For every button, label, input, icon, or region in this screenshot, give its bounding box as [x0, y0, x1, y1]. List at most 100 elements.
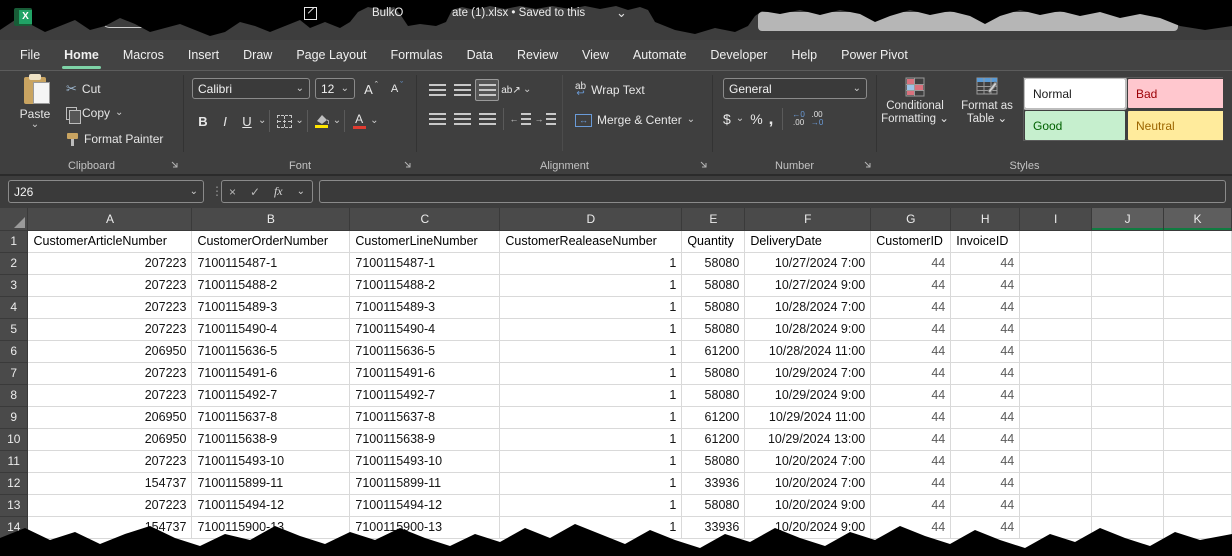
- cell-I1[interactable]: [1020, 230, 1092, 252]
- cell-K12[interactable]: [1164, 472, 1232, 494]
- row-header-11[interactable]: 11: [0, 450, 28, 472]
- cell-E1[interactable]: Quantity: [682, 230, 745, 252]
- cell-B13[interactable]: 7100115494-12: [192, 494, 350, 516]
- font-size-combobox[interactable]: 12 ⌄: [315, 78, 355, 99]
- row-header-6[interactable]: 6: [0, 340, 28, 362]
- style-bad[interactable]: Bad: [1128, 79, 1223, 108]
- cell-B9[interactable]: 7100115637-8: [192, 406, 350, 428]
- row-header-4[interactable]: 4: [0, 296, 28, 318]
- cell-K10[interactable]: [1164, 428, 1232, 450]
- cell-G8[interactable]: 44: [871, 384, 951, 406]
- cell-D7[interactable]: 1: [500, 362, 682, 384]
- cell-A12[interactable]: 154737: [28, 472, 192, 494]
- cell-J10[interactable]: [1092, 428, 1164, 450]
- cell-A14[interactable]: 154737: [28, 516, 192, 538]
- cell-E10[interactable]: 61200: [682, 428, 745, 450]
- enter-icon[interactable]: ✓: [250, 185, 260, 199]
- row-header-10[interactable]: 10: [0, 428, 28, 450]
- cell-K3[interactable]: [1164, 274, 1232, 296]
- cell-F8[interactable]: 10/29/2024 9:00: [745, 384, 871, 406]
- ribbon-tab-data[interactable]: Data: [467, 48, 493, 62]
- cell-H4[interactable]: 44: [951, 296, 1020, 318]
- cell-A13[interactable]: 207223: [28, 494, 192, 516]
- name-box[interactable]: J26 ⌄: [8, 180, 204, 203]
- cell-J6[interactable]: [1092, 340, 1164, 362]
- decrease-font-size-button[interactable]: Aˇ: [386, 77, 408, 101]
- align-bottom-button[interactable]: [475, 79, 499, 101]
- ribbon-tab-home[interactable]: Home: [64, 48, 99, 62]
- ribbon-tab-power-pivot[interactable]: Power Pivot: [841, 48, 908, 62]
- cell-C4[interactable]: 7100115489-3: [350, 296, 500, 318]
- cell-I9[interactable]: [1020, 406, 1092, 428]
- cell-J12[interactable]: [1092, 472, 1164, 494]
- cell-H1[interactable]: InvoiceID: [951, 230, 1020, 252]
- cell-C13[interactable]: 7100115494-12: [350, 494, 500, 516]
- cell-A4[interactable]: 207223: [28, 296, 192, 318]
- font-name-combobox[interactable]: Calibri ⌄: [192, 78, 310, 99]
- cancel-icon[interactable]: ×: [229, 185, 236, 199]
- cell-J7[interactable]: [1092, 362, 1164, 384]
- alignment-dialog-launcher[interactable]: [699, 160, 709, 170]
- ribbon-tab-automate[interactable]: Automate: [633, 48, 687, 62]
- row-header-9[interactable]: 9: [0, 406, 28, 428]
- cell-B8[interactable]: 7100115492-7: [192, 384, 350, 406]
- format-as-table-button[interactable]: Format asTable ⌄: [953, 77, 1021, 126]
- autosave-toggle-fragment[interactable]: [102, 13, 148, 28]
- column-header-e[interactable]: E: [682, 208, 745, 230]
- format-painter-button[interactable]: Format Painter: [66, 132, 163, 146]
- cell-C12[interactable]: 7100115899-11: [350, 472, 500, 494]
- cell-A6[interactable]: 206950: [28, 340, 192, 362]
- cell-F14[interactable]: 10/20/2024 9:00: [745, 516, 871, 538]
- cell-F12[interactable]: 10/20/2024 7:00: [745, 472, 871, 494]
- cell-C11[interactable]: 7100115493-10: [350, 450, 500, 472]
- style-neutral[interactable]: Neutral: [1128, 111, 1223, 140]
- cell-J3[interactable]: [1092, 274, 1164, 296]
- cell-B3[interactable]: 7100115488-2: [192, 274, 350, 296]
- cell-G13[interactable]: 44: [871, 494, 951, 516]
- cell-D1[interactable]: CustomerRealeaseNumber: [500, 230, 682, 252]
- row-header-1[interactable]: 1: [0, 230, 28, 252]
- cell-E4[interactable]: 58080: [682, 296, 745, 318]
- row-header-12[interactable]: 12: [0, 472, 28, 494]
- column-header-c[interactable]: C: [350, 208, 500, 230]
- cell-A11[interactable]: 207223: [28, 450, 192, 472]
- cell-F7[interactable]: 10/29/2024 7:00: [745, 362, 871, 384]
- cell-F6[interactable]: 10/28/2024 11:00: [745, 340, 871, 362]
- cell-D14[interactable]: 1: [500, 516, 682, 538]
- insert-function-icon[interactable]: fx: [274, 184, 283, 199]
- cell-B1[interactable]: CustomerOrderNumber: [192, 230, 350, 252]
- cell-K9[interactable]: [1164, 406, 1232, 428]
- column-header-a[interactable]: A: [28, 208, 192, 230]
- cell-J13[interactable]: [1092, 494, 1164, 516]
- chevron-down-icon[interactable]: ⌄: [370, 117, 378, 125]
- cell-H9[interactable]: 44: [951, 406, 1020, 428]
- cell-H5[interactable]: 44: [951, 318, 1020, 340]
- cell-F9[interactable]: 10/29/2024 11:00: [745, 406, 871, 428]
- ribbon-tab-review[interactable]: Review: [517, 48, 558, 62]
- cell-F1[interactable]: DeliveryDate: [745, 230, 871, 252]
- column-header-i[interactable]: I: [1020, 208, 1092, 230]
- cell-K4[interactable]: [1164, 296, 1232, 318]
- row-header-14[interactable]: 14: [0, 516, 28, 538]
- column-header-g[interactable]: G: [871, 208, 951, 230]
- number-dialog-launcher[interactable]: [863, 160, 873, 170]
- paste-button[interactable]: Paste ⌄: [12, 77, 58, 147]
- cell-C7[interactable]: 7100115491-6: [350, 362, 500, 384]
- cell-B12[interactable]: 7100115899-11: [192, 472, 350, 494]
- cell-D6[interactable]: 1: [500, 340, 682, 362]
- wrap-text-button[interactable]: ab↩ Wrap Text: [575, 83, 645, 97]
- ribbon-tab-help[interactable]: Help: [791, 48, 817, 62]
- column-header-j[interactable]: J: [1092, 208, 1164, 230]
- cell-C10[interactable]: 7100115638-9: [350, 428, 500, 450]
- column-header-f[interactable]: F: [745, 208, 871, 230]
- cell-I3[interactable]: [1020, 274, 1092, 296]
- cell-A5[interactable]: 207223: [28, 318, 192, 340]
- cell-F13[interactable]: 10/20/2024 9:00: [745, 494, 871, 516]
- chevron-down-icon[interactable]: ⌄: [523, 86, 531, 94]
- cell-B6[interactable]: 7100115636-5: [192, 340, 350, 362]
- cell-G2[interactable]: 44: [871, 252, 951, 274]
- cell-E2[interactable]: 58080: [682, 252, 745, 274]
- cut-button[interactable]: ✂ Cut: [66, 81, 101, 97]
- cell-D9[interactable]: 1: [500, 406, 682, 428]
- cell-I5[interactable]: [1020, 318, 1092, 340]
